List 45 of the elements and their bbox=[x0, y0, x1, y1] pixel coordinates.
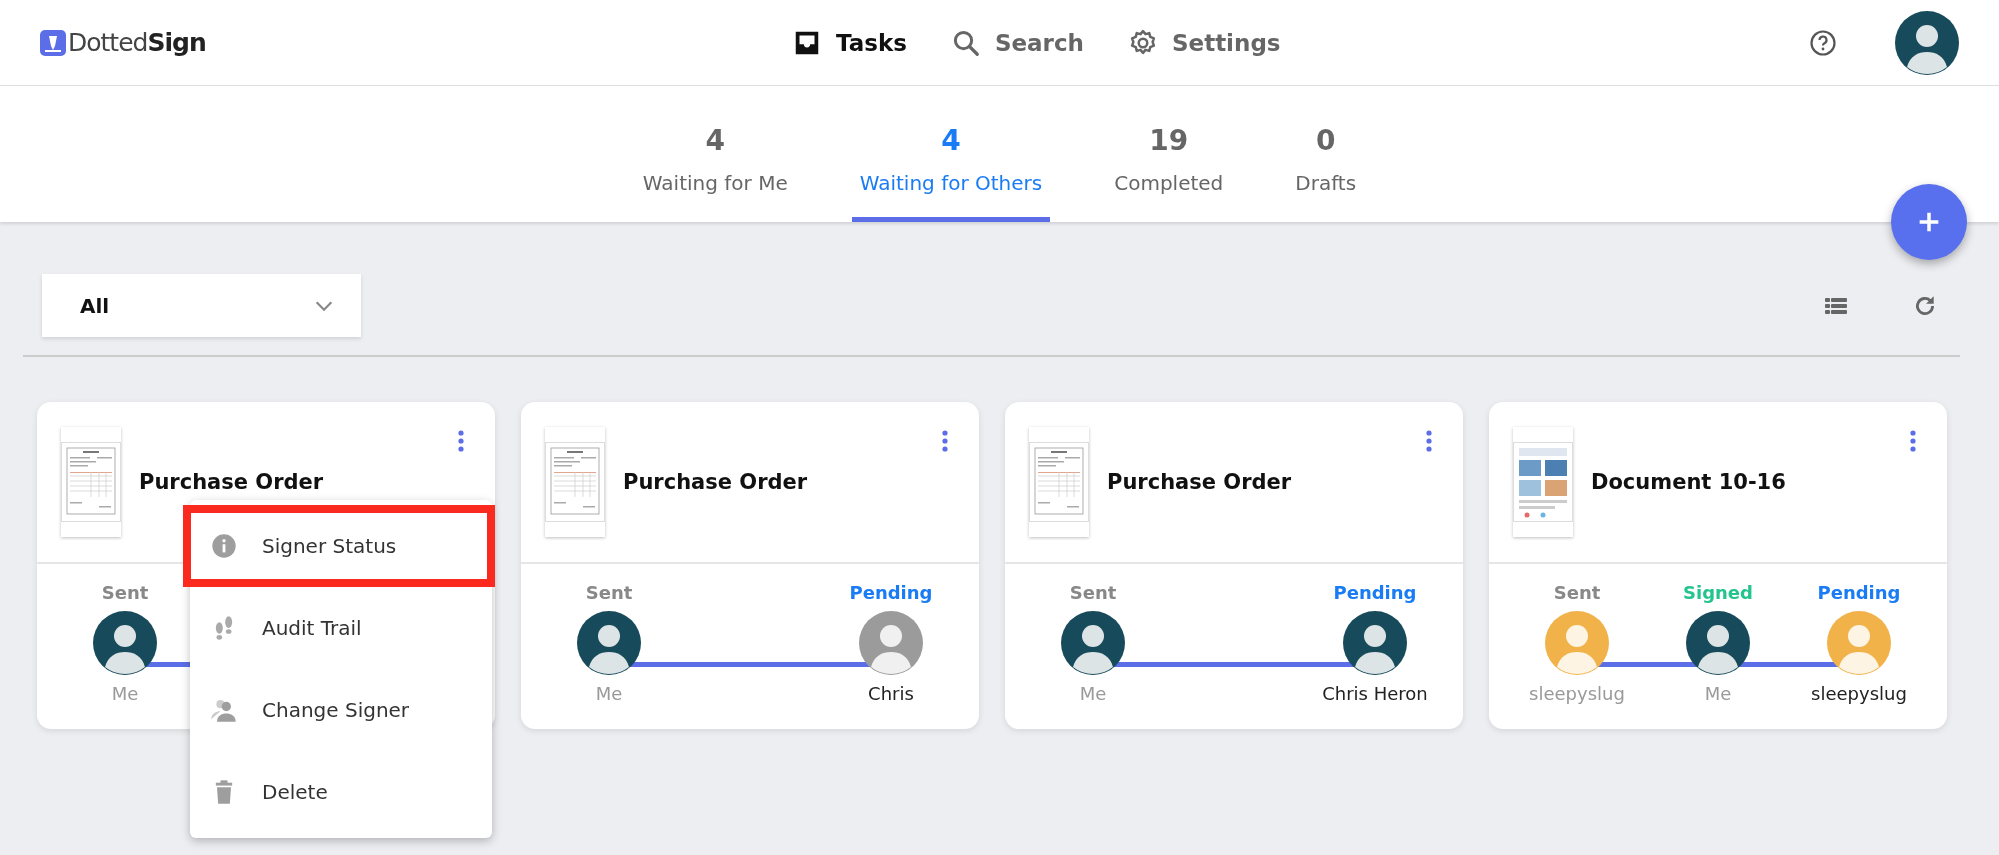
nav-link[interactable]: Settings bbox=[1171, 29, 1281, 56]
signer-status: Sent bbox=[1553, 582, 1601, 603]
user-avatar[interactable] bbox=[1895, 10, 1959, 75]
document-title: Purchase Order bbox=[623, 470, 809, 494]
add-button[interactable] bbox=[1891, 184, 1967, 260]
signer-name: Me bbox=[1079, 683, 1107, 704]
nav-link[interactable]: Tasks bbox=[836, 29, 907, 56]
signer-name: Me bbox=[111, 683, 139, 704]
task-card[interactable]: Purchase Order Sent Me Pending Chris Heron bbox=[1005, 402, 1463, 729]
more-options-icon[interactable] bbox=[457, 430, 465, 452]
signer-name: sleepyslug bbox=[1529, 683, 1625, 704]
menu-item[interactable]: Audit Trail bbox=[190, 587, 492, 669]
menu-item[interactable]: Signer Status bbox=[190, 505, 492, 587]
signer-name: sleepyslug bbox=[1811, 683, 1907, 704]
more-options-icon[interactable] bbox=[1909, 430, 1917, 452]
signer-status: Sent bbox=[585, 582, 633, 603]
filter-dropdown[interactable]: All bbox=[42, 274, 361, 337]
document-title: Purchase Order bbox=[139, 470, 325, 494]
help-icon[interactable] bbox=[1809, 28, 1837, 57]
document-title: Purchase Order bbox=[1107, 470, 1293, 494]
signer-status: Pending bbox=[1817, 582, 1901, 603]
task-card[interactable]: Purchase Order Sent Me Pending Chris bbox=[521, 402, 979, 729]
signer-name: Me bbox=[1704, 683, 1732, 704]
signer-name: Me bbox=[595, 683, 623, 704]
menu-item[interactable]: Delete bbox=[190, 751, 492, 833]
more-options-icon[interactable] bbox=[1425, 430, 1433, 452]
logo[interactable]: DottedSign bbox=[68, 28, 206, 57]
menu-item[interactable]: Change Signer bbox=[190, 669, 492, 751]
signer-status: Sent bbox=[1069, 582, 1117, 603]
nav-link[interactable]: Search bbox=[994, 29, 1084, 56]
logo-icon bbox=[40, 29, 66, 56]
tab[interactable]: 4 Waiting for Others bbox=[851, 86, 1051, 222]
document-title: Document 10-16 bbox=[1591, 470, 1787, 494]
signer-name: Chris bbox=[868, 683, 914, 704]
signer-name: Chris Heron bbox=[1322, 683, 1428, 704]
tab[interactable]: 4 Waiting for Me bbox=[634, 86, 796, 222]
info-icon bbox=[210, 532, 238, 560]
tab[interactable]: 19 Completed bbox=[1106, 86, 1232, 222]
signer-status: Sent bbox=[101, 582, 149, 603]
signer-status: Signed bbox=[1683, 582, 1753, 603]
tab[interactable]: 0 Drafts bbox=[1287, 86, 1365, 222]
signer-status: Pending bbox=[1333, 582, 1417, 603]
task-card[interactable]: Document 10-16 Sent sleepyslug Signed Me Pending sleepyslug bbox=[1489, 402, 1947, 729]
more-options-icon[interactable] bbox=[941, 430, 949, 452]
signer-status: Pending bbox=[849, 582, 933, 603]
